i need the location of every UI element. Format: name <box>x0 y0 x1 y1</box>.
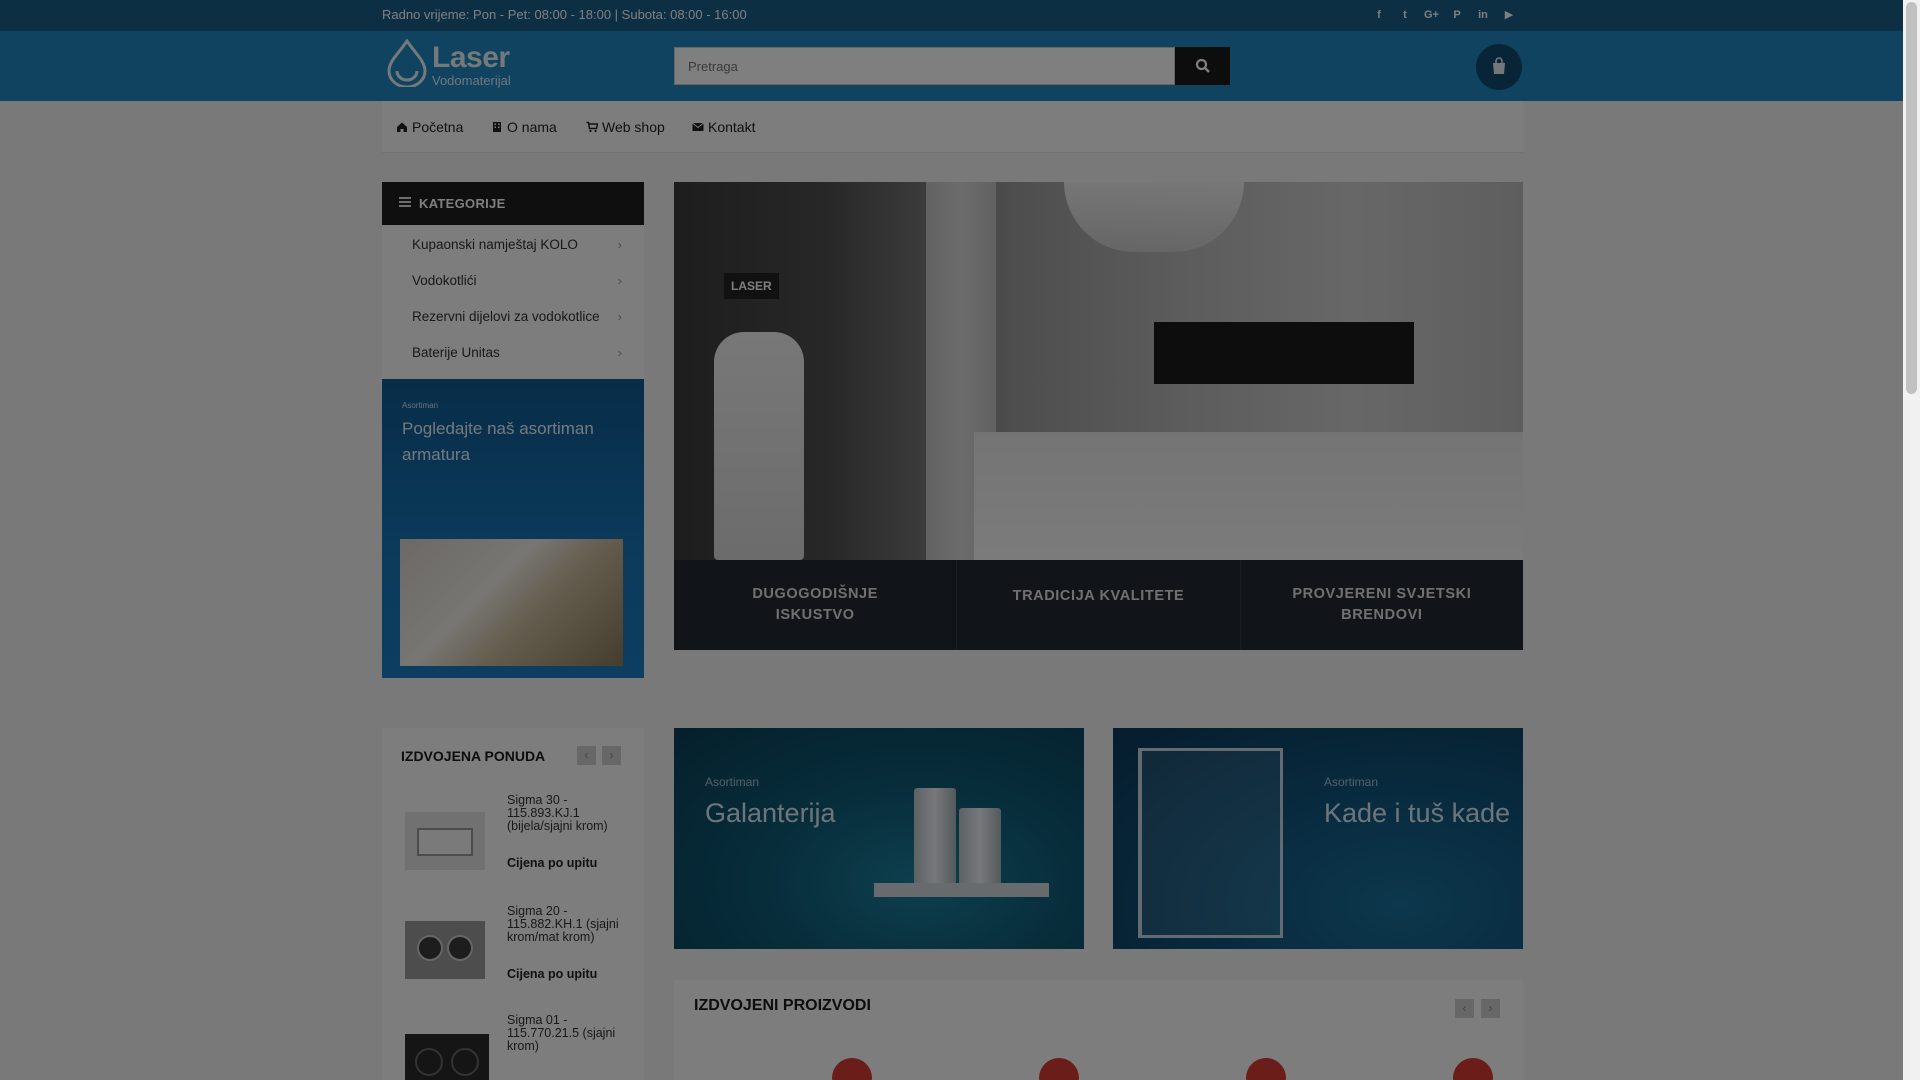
modal-backdrop[interactable] <box>0 0 1903 1080</box>
scrollbar-thumb[interactable] <box>1906 2 1917 394</box>
page: Radno vrijeme: Pon - Pet: 08:00 - 18:00 … <box>0 0 1920 1080</box>
page-scrollbar[interactable] <box>1903 0 1920 1080</box>
